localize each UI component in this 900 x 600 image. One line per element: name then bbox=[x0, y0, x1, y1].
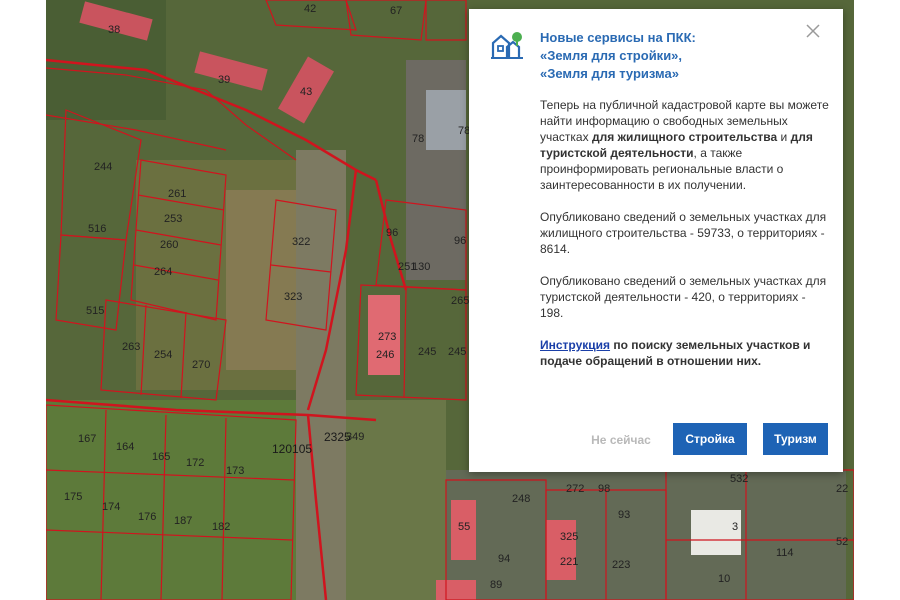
plot-label: 246 bbox=[376, 349, 394, 361]
popup-title-line: «Земля для туризма» bbox=[540, 66, 679, 81]
plot-label: 272 bbox=[566, 483, 584, 495]
plot-label: 245 bbox=[448, 346, 466, 358]
plot-label: 248 bbox=[512, 493, 530, 505]
popup-title-line: Новые сервисы на ПКК: bbox=[540, 30, 696, 45]
popup-title-line: «Земля для стройки», bbox=[540, 48, 683, 63]
plot-label: 263 bbox=[122, 341, 140, 353]
plot-label: 323 bbox=[284, 291, 302, 303]
plot-label: 264 bbox=[154, 266, 172, 278]
plot-label: 221 bbox=[560, 556, 578, 568]
plot-label: 253 bbox=[164, 213, 182, 225]
plot-label: 187 bbox=[174, 515, 192, 527]
road-label-secondary: 2325 bbox=[324, 430, 351, 444]
popup-paragraph-tourism-stats: Опубликовано сведений о земельных участк… bbox=[540, 274, 827, 320]
plot-label: 39 bbox=[218, 74, 230, 86]
plot-label: 52 bbox=[836, 536, 848, 548]
plot-label: 164 bbox=[116, 441, 134, 453]
plot-label: 165 bbox=[152, 451, 170, 463]
plot-label: 244 bbox=[94, 161, 112, 173]
plot-label: 78 bbox=[412, 133, 424, 145]
plot-label: 67 bbox=[390, 5, 402, 17]
plot-label: 515 bbox=[86, 305, 104, 317]
plot-label: 223 bbox=[612, 559, 630, 571]
plot-label: 98 bbox=[598, 483, 610, 495]
plot-label: 182 bbox=[212, 521, 230, 533]
plot-label: 174 bbox=[102, 501, 120, 513]
plot-label: 172 bbox=[186, 457, 204, 469]
plot-label: 322 bbox=[292, 236, 310, 248]
plot-label: 93 bbox=[618, 509, 630, 521]
plot-label: 273 bbox=[378, 331, 396, 343]
plot-label: 270 bbox=[192, 359, 210, 371]
instruction-link[interactable]: Инструкция bbox=[540, 338, 610, 352]
popup-paragraph-instruction: Инструкция по поиску земельных участков … bbox=[540, 337, 830, 369]
not-now-button[interactable]: Не сейчас bbox=[581, 425, 661, 455]
plot-label: 114 bbox=[776, 547, 794, 559]
road-label: 120105 bbox=[272, 442, 312, 456]
plot-label: 43 bbox=[300, 86, 312, 98]
plot-label: 265 bbox=[451, 295, 469, 307]
plot-label: 261 bbox=[168, 188, 186, 200]
plot-label: 96 bbox=[386, 227, 398, 239]
construction-button[interactable]: Стройка bbox=[673, 423, 747, 455]
plot-label: 254 bbox=[154, 349, 172, 361]
plot-label: 89 bbox=[490, 579, 502, 591]
plot-label: 251 bbox=[398, 261, 416, 273]
popup-paragraph-housing-stats: Опубликовано сведений о земельных участк… bbox=[540, 210, 827, 256]
plot-label: 176 bbox=[138, 511, 156, 523]
tourism-button[interactable]: Туризм bbox=[763, 423, 828, 455]
plot-label: 173 bbox=[226, 465, 244, 477]
plot-label: 55 bbox=[458, 521, 470, 533]
popup-body: Теперь на публичной кадастровой карте вы… bbox=[540, 97, 830, 385]
plot-label: 516 bbox=[88, 223, 106, 235]
news-popup: Новые сервисы на ПКК: «Земля для стройки… bbox=[469, 9, 843, 472]
plot-label: 167 bbox=[78, 433, 96, 445]
intro-text: и bbox=[777, 130, 791, 144]
popup-title: Новые сервисы на ПКК: «Земля для стройки… bbox=[540, 29, 800, 83]
plot-label: 325 bbox=[560, 531, 578, 543]
plot-label: 22 bbox=[836, 483, 848, 495]
plot-label: 38 bbox=[108, 24, 120, 36]
house-tree-logo-icon bbox=[491, 32, 523, 59]
popup-paragraph-intro: Теперь на публичной кадастровой карте вы… bbox=[540, 97, 830, 193]
plot-label: 260 bbox=[160, 239, 178, 251]
plot-label: 245 bbox=[418, 346, 436, 358]
intro-bold-housing: для жилищного строительства bbox=[591, 130, 778, 144]
plot-label: 3 bbox=[732, 521, 738, 533]
plot-label: 94 bbox=[498, 553, 510, 565]
plot-label: 532 bbox=[730, 473, 748, 485]
plot-label: 175 bbox=[64, 491, 82, 503]
plot-label: 96 bbox=[454, 235, 466, 247]
plot-label: 10 bbox=[718, 573, 730, 585]
close-icon[interactable] bbox=[805, 23, 821, 39]
plot-label: 42 bbox=[304, 3, 316, 15]
